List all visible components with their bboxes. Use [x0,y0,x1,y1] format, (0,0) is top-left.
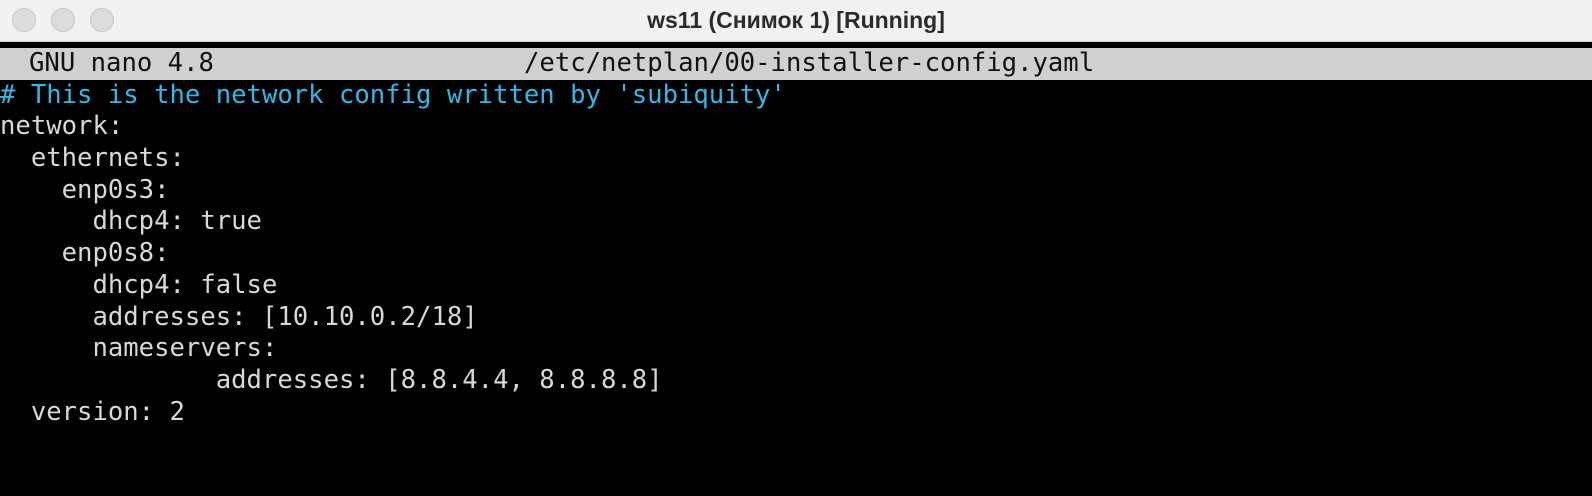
code-line: network: [0,111,1592,143]
code-line: dhcp4: true [0,206,262,237]
code-line: addresses: [8.8.4.4, 8.8.8.8] [0,364,663,395]
code-line: version: 2 [0,396,185,427]
code-line: enp0s8: [0,238,170,269]
window-title: ws11 (Снимок 1) [Running] [647,7,945,33]
nano-title-bar: GNU nano 4.8 /etc/netplan/00-installer-c… [0,48,1592,80]
title-bar[interactable]: ws11 (Снимок 1) [Running] [0,0,1592,42]
code-line: enp0s3: [0,174,170,205]
code-line: nameservers: [0,333,278,364]
nano-filename-label: /etc/netplan/00-installer-config.yaml [524,48,1095,78]
code-line: addresses: [10.10.0.2/18] [0,301,478,332]
nano-version-label: GNU nano 4.8 [29,48,214,78]
comment-line: # This is the network config written by … [0,79,786,110]
vm-window: ws11 (Снимок 1) [Running] GNU nano 4.8 /… [0,0,1592,496]
terminal-screen[interactable]: GNU nano 4.8 /etc/netplan/00-installer-c… [0,48,1592,496]
editor-text-area[interactable]: # This is the network config written by … [0,80,1592,429]
code-line: dhcp4: false [0,269,278,300]
code-line: ethernets: [0,143,185,174]
